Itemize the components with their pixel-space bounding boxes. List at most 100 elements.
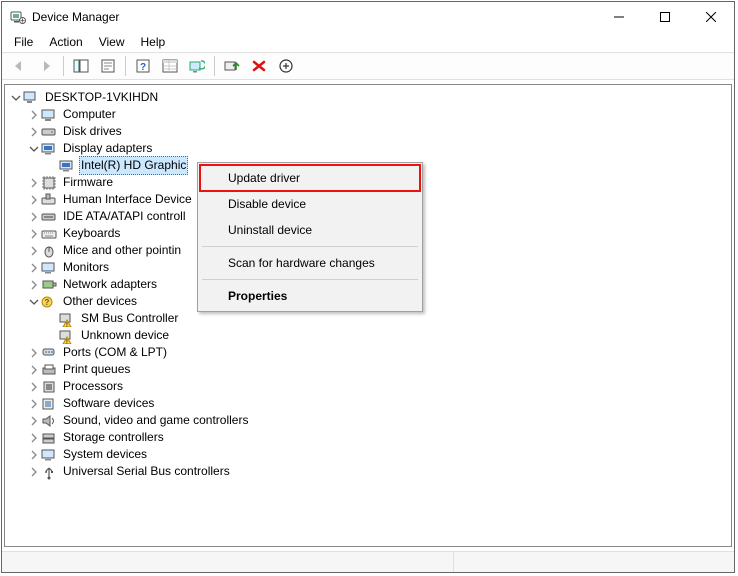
expand-icon[interactable] (27, 227, 41, 241)
properties-sheet-button[interactable] (95, 54, 121, 78)
toolbar-separator (214, 56, 215, 76)
tree-label: System devices (61, 446, 149, 463)
processor-icon (41, 379, 57, 395)
context-disable-device[interactable]: Disable device (200, 191, 420, 217)
tree-label: Software devices (61, 395, 156, 412)
device-tree[interactable]: DESKTOP-1VKIHDN Computer Disk drives Dis… (4, 84, 732, 547)
context-uninstall-device[interactable]: Uninstall device (200, 217, 420, 243)
hid-icon (41, 192, 57, 208)
menubar: File Action View Help (2, 32, 734, 52)
titlebar[interactable]: Device Manager (2, 2, 734, 32)
menu-file[interactable]: File (6, 33, 41, 51)
ports-icon (41, 345, 57, 361)
toolbar-separator (63, 56, 64, 76)
tree-label: Ports (COM & LPT) (61, 344, 169, 361)
nav-back-button[interactable] (6, 54, 32, 78)
tree-label: Intel(R) HD Graphic (79, 156, 188, 175)
tree-label: Unknown device (79, 327, 171, 344)
expand-icon[interactable] (27, 244, 41, 258)
expand-icon[interactable] (27, 193, 41, 207)
monitor-icon (41, 260, 57, 276)
computer-category-icon (41, 107, 57, 123)
expand-icon[interactable] (27, 278, 41, 292)
tree-label: DESKTOP-1VKIHDN (43, 89, 160, 106)
collapse-icon[interactable] (27, 295, 41, 309)
status-pane (2, 552, 454, 572)
system-device-icon (41, 447, 57, 463)
toolbar: ? (2, 52, 734, 80)
expand-icon[interactable] (27, 210, 41, 224)
tree-label: Universal Serial Bus controllers (61, 463, 232, 480)
tree-label: Mice and other pointin (61, 242, 183, 259)
tree-item-ports[interactable]: Ports (COM & LPT) (5, 344, 731, 361)
expand-icon[interactable] (27, 431, 41, 445)
expand-icon[interactable] (27, 448, 41, 462)
warning-device-icon: ! (59, 311, 75, 327)
maximize-button[interactable] (642, 2, 688, 32)
tree-label: Firmware (61, 174, 115, 191)
context-properties[interactable]: Properties (200, 283, 420, 309)
tree-item-print-queues[interactable]: Print queues (5, 361, 731, 378)
context-update-driver[interactable]: Update driver (200, 165, 420, 191)
device-manager-icon (10, 9, 26, 25)
warning-device-icon: ! (59, 328, 75, 344)
window-title: Device Manager (32, 10, 119, 24)
collapse-icon[interactable] (27, 142, 41, 156)
show-hide-tree-button[interactable] (68, 54, 94, 78)
tree-label: Display adapters (61, 140, 154, 157)
expand-icon[interactable] (27, 261, 41, 275)
tree-item-disk-drives[interactable]: Disk drives (5, 123, 731, 140)
tree-item-unknown-device[interactable]: ! Unknown device (5, 327, 731, 344)
client-area: DESKTOP-1VKIHDN Computer Disk drives Dis… (2, 80, 734, 551)
tree-item-system[interactable]: System devices (5, 446, 731, 463)
keyboard-icon (41, 226, 57, 242)
menu-help[interactable]: Help (133, 33, 174, 51)
close-button[interactable] (688, 2, 734, 32)
expand-icon[interactable] (27, 414, 41, 428)
expand-icon[interactable] (27, 380, 41, 394)
tree-item-sound[interactable]: Sound, video and game controllers (5, 412, 731, 429)
disk-drive-icon (41, 124, 57, 140)
context-scan-hardware[interactable]: Scan for hardware changes (200, 250, 420, 276)
ide-icon (41, 209, 57, 225)
expand-icon[interactable] (27, 397, 41, 411)
computer-icon (23, 90, 39, 106)
expand-icon[interactable] (27, 108, 41, 122)
scan-hardware-button[interactable] (184, 54, 210, 78)
other-devices-icon: ? (41, 294, 57, 310)
tree-item-storage[interactable]: Storage controllers (5, 429, 731, 446)
tree-label: Sound, video and game controllers (61, 412, 250, 429)
tree-label: Keyboards (61, 225, 122, 242)
expand-icon[interactable] (27, 176, 41, 190)
mouse-icon (41, 243, 57, 259)
expand-icon[interactable] (27, 125, 41, 139)
tree-item-sm-bus[interactable]: ! SM Bus Controller (5, 310, 731, 327)
tree-label: Monitors (61, 259, 111, 276)
help-button[interactable]: ? (130, 54, 156, 78)
update-driver-button[interactable] (219, 54, 245, 78)
detail-view-button[interactable] (157, 54, 183, 78)
tree-item-computer[interactable]: Computer (5, 106, 731, 123)
tree-item-software-devices[interactable]: Software devices (5, 395, 731, 412)
tree-label: Network adapters (61, 276, 159, 293)
context-separator (202, 279, 418, 280)
tree-root[interactable]: DESKTOP-1VKIHDN (5, 89, 731, 106)
svg-text:!: ! (66, 338, 68, 344)
add-legacy-hardware-button[interactable] (273, 54, 299, 78)
nav-forward-button[interactable] (33, 54, 59, 78)
tree-item-display-adapters[interactable]: Display adapters (5, 140, 731, 157)
minimize-button[interactable] (596, 2, 642, 32)
expand-icon[interactable] (27, 363, 41, 377)
tree-item-processors[interactable]: Processors (5, 378, 731, 395)
uninstall-device-button[interactable] (246, 54, 272, 78)
menu-view[interactable]: View (91, 33, 133, 51)
svg-text:?: ? (140, 62, 146, 73)
status-pane (454, 552, 734, 572)
expand-icon[interactable] (27, 465, 41, 479)
tree-item-usb[interactable]: Universal Serial Bus controllers (5, 463, 731, 480)
menu-action[interactable]: Action (41, 33, 90, 51)
expand-icon[interactable] (27, 346, 41, 360)
firmware-icon (41, 175, 57, 191)
svg-text:!: ! (66, 321, 68, 327)
collapse-icon[interactable] (9, 91, 23, 105)
